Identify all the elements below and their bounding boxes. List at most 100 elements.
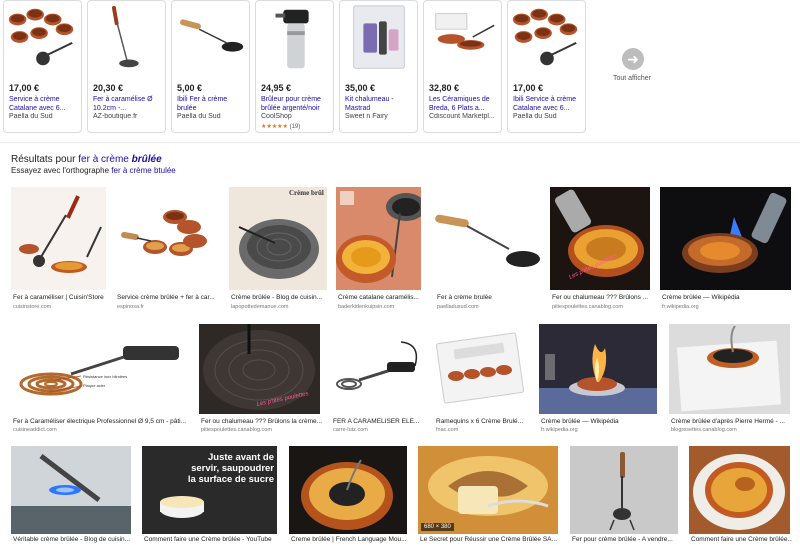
image-result[interactable]: Crème brûl Crème brûlée - Blog de cuisin… [229,187,327,312]
image-dimensions-badge: 680 × 380 [421,523,454,531]
image-result[interactable]: Véritable crème brûlée - Blog de cuisin.… [11,446,131,546]
image-result[interactable]: Juste avant de servir, saupoudrer la sur… [142,446,277,546]
result-image [331,324,422,414]
image-result[interactable]: Résistance inox blindées Plaque acier Fe… [11,324,188,434]
original-query-link[interactable]: fer à crème btulée [111,166,175,175]
image-result[interactable]: Crème brûlée — Wikipédia fr.wikipedia.or… [660,187,791,312]
image-caption: Comment faire une Crème brûlée... [691,536,792,543]
image-source: espinosa.fr [117,304,144,310]
image-result[interactable]: Les p'tites poulettes Fer ou chalumeau ?… [550,187,650,312]
result-image: Résistance inox blindées Plaque acier [11,324,188,414]
product-seller: Cdiscount Marketpl... [429,113,495,120]
result-image [115,187,218,290]
product-seller: Paella du Sud [177,113,221,120]
product-seller: AZ-boutique.fr [93,113,138,120]
corrected-query-link[interactable]: fer à crème brûlée [78,154,161,165]
image-result[interactable]: Fer à crème brulée paelladusud.com [435,187,541,312]
product-seller: Paella du Sud [9,113,53,120]
product-title[interactable]: Les Céramiques de Breda, 6 Plats a... [429,95,499,113]
image-result[interactable]: Ramequins x 6 Crème Brulé... fnac.com [434,324,526,434]
image-result[interactable]: FER A CARAMELISER ELE... carre-lutz.com [331,324,422,434]
result-image [570,446,678,534]
image-source: fnac.com [436,427,459,433]
result-image [11,446,131,534]
image-result[interactable]: Crème catalane caramélis... baderkidenku… [336,187,421,312]
result-image: Les p'tites poulettes [199,324,320,414]
image-caption: Ramequins x 6 Crème Brulé... [436,418,524,425]
product-price: 24,95 € [261,83,292,93]
product-image [340,1,417,75]
result-image [435,187,541,290]
image-caption: Creme brûlée | French Language Mou... [291,536,407,543]
label-text: Plaque acier [83,383,106,388]
product-card[interactable]: 17,00 € Service à crème Catalane avec 6.… [3,0,82,133]
product-image [508,1,585,75]
product-title[interactable]: Service à crème Catalane avec 6... [9,95,79,113]
image-overlay-text: Crème brûl [289,189,324,197]
image-result[interactable]: Crème brûlée — Wikipédia fr.wikipedia.or… [539,324,657,434]
product-card[interactable]: 20,30 € Fer à caramélise Ø 10.2cm -... A… [87,0,166,133]
shopping-carousel: 17,00 € Service à crème Catalane avec 6.… [3,0,793,134]
product-card[interactable]: 35,00 € Kit chalumeau - Mastrad Sweet n … [339,0,418,133]
image-source: fr.wikipedia.org [541,427,578,433]
results-for-line: Résultats pour fer à crème brûlée [11,154,162,165]
result-image: Crème brûl [229,187,327,290]
product-title[interactable]: Ibili Fer à crème brulée [177,95,247,113]
product-title[interactable]: Fer à caramélise Ø 10.2cm -... [93,95,163,113]
image-source: fr.wikipedia.org [662,304,699,310]
show-all-label: Tout afficher [612,75,651,82]
image-result[interactable]: Crème brûlée d'après Pierre Hermé - ... … [669,324,790,434]
product-card[interactable]: 5,00 € Ibili Fer à crème brulée Paella d… [171,0,250,133]
image-result[interactable]: Service crème brûlée + fer à car... espi… [115,187,218,312]
image-caption: Fer à caraméliser | Cuisin'Store [13,294,104,301]
image-caption: Fer ou chalumeau ??? Brûlons ... [552,294,649,301]
product-price: 17,00 € [513,83,544,93]
result-image [336,187,421,290]
query-plain: fer à crème [78,154,129,165]
result-image [689,446,790,534]
image-source: carre-lutz.com [333,427,368,433]
result-image: 680 × 380 [418,446,558,534]
image-source: paelladusud.com [437,304,479,310]
image-result[interactable]: Fer pour crème brûlée - A vendre... [570,446,678,546]
video-overlay-text: Juste avant de servir, saupoudrer la sur… [187,452,274,485]
try-prefix: Essayez avec l'orthographe [11,166,110,175]
image-result[interactable]: Fer à caraméliser | Cuisin'Store cuisins… [11,187,106,312]
product-card[interactable]: 32,80 € Les Céramiques de Breda, 6 Plats… [423,0,502,133]
product-seller: Paella du Sud [513,113,557,120]
show-all-button[interactable]: ➜ Tout afficher [611,48,655,82]
product-title[interactable]: Brûleur pour crème brûlée argenté/noir [261,95,331,113]
image-source: blogresettes.canablog.com [671,427,737,433]
result-image [289,446,407,534]
result-image: Juste avant de servir, saupoudrer la sur… [142,446,277,534]
product-image [4,1,81,75]
image-result[interactable]: Creme brûlée | French Language Mou... [289,446,407,546]
product-price: 32,80 € [429,83,460,93]
product-title[interactable]: Kit chalumeau - Mastrad [345,95,415,113]
image-source: baderkidenkuipsin.com [338,304,395,310]
image-result[interactable]: Les p'tites poulettes Fer ou chalumeau ?… [199,324,322,434]
product-image [88,1,165,75]
image-source: cuisineaddict.com [13,427,57,433]
image-caption: Fer pour crème brûlée - A vendre... [572,536,673,543]
product-image [172,1,249,75]
product-price: 17,00 € [9,83,40,93]
image-caption: Crème catalane caramélis... [338,294,419,301]
product-seller: CoolShop [261,113,292,120]
image-caption: Fer à crème brulée [437,294,492,301]
product-price: 35,00 € [345,83,376,93]
image-caption: Le Secret pour Réussir une Crème Brûlée … [420,536,557,543]
image-caption: Comment faire une Crème brûlée - YouTube [144,536,272,543]
arrow-right-icon: ➜ [622,48,644,70]
rating-count: (19) [289,124,301,130]
product-card[interactable]: 24,95 € Brûleur pour crème brûlée argent… [255,0,334,133]
section-divider [0,142,800,143]
image-caption: Crème brûlée - Blog de cuisin... [231,294,323,301]
image-result[interactable]: 680 × 380 Le Secret pour Réussir une Crè… [418,446,558,546]
result-image [434,324,526,414]
image-caption: Crème brûlée d'après Pierre Hermé - ... [671,418,785,425]
image-result[interactable]: Comment faire une Crème brûlée... [689,446,792,546]
product-card[interactable]: 17,00 € Ibili Service à crème Catalane a… [507,0,586,133]
label-text: Résistance inox blindées [83,374,127,379]
product-title[interactable]: Ibili Service à crème Catalane avec 6... [513,95,583,113]
